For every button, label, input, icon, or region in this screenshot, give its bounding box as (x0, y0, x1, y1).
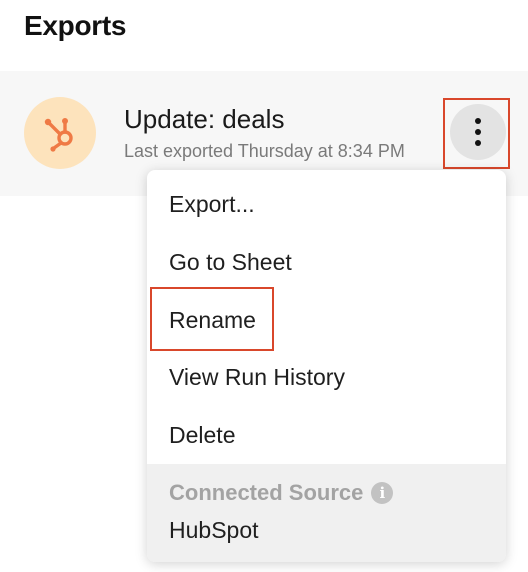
context-menu: Export... Go to Sheet Rename View Run Hi… (147, 170, 506, 562)
page-title: Exports (24, 10, 127, 41)
connected-source-section: Connected Source i HubSpot (147, 464, 506, 562)
kebab-icon-dot (475, 140, 481, 146)
menu-item-view-run-history[interactable]: View Run History (147, 352, 506, 402)
connected-source-value: HubSpot (169, 517, 259, 543)
last-exported-text: Last exported Thursday at 8:34 PM (124, 141, 405, 161)
info-icon[interactable]: i (371, 482, 394, 504)
exports-page: Exports Update: deals Last exported Thur… (0, 0, 528, 572)
menu-item-delete[interactable]: Delete (147, 410, 506, 460)
hubspot-icon (24, 97, 96, 169)
more-options-button[interactable] (450, 104, 506, 160)
hubspot-logo-glyph (44, 118, 73, 152)
menu-item-rename[interactable]: Rename (147, 295, 506, 345)
kebab-icon (475, 118, 481, 124)
menu-item-go-to-sheet[interactable]: Go to Sheet (147, 237, 506, 287)
connected-source-label: Connected Source (169, 480, 364, 505)
menu-item-export[interactable]: Export... (147, 179, 506, 229)
export-title: Update: deals (124, 104, 285, 134)
kebab-icon-dot (475, 129, 481, 135)
connected-source-heading: Connected Source i (169, 480, 394, 506)
